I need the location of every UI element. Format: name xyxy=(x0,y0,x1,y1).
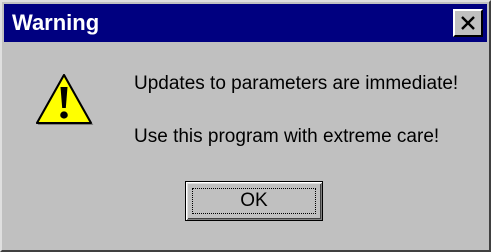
title-bar[interactable]: Warning xyxy=(4,4,487,42)
message-line-1: Updates to parameters are immediate! xyxy=(134,73,459,94)
warning-dialog: Warning Updates to parameters are immedi… xyxy=(0,0,491,252)
message-line-2: Use this program with extreme care! xyxy=(134,126,440,147)
ok-button[interactable]: OK xyxy=(185,181,323,221)
dialog-title: Warning xyxy=(12,10,100,35)
close-button[interactable] xyxy=(453,9,483,37)
close-icon xyxy=(461,16,475,30)
warning-icon xyxy=(36,74,94,125)
ok-button-label: OK xyxy=(240,190,268,211)
